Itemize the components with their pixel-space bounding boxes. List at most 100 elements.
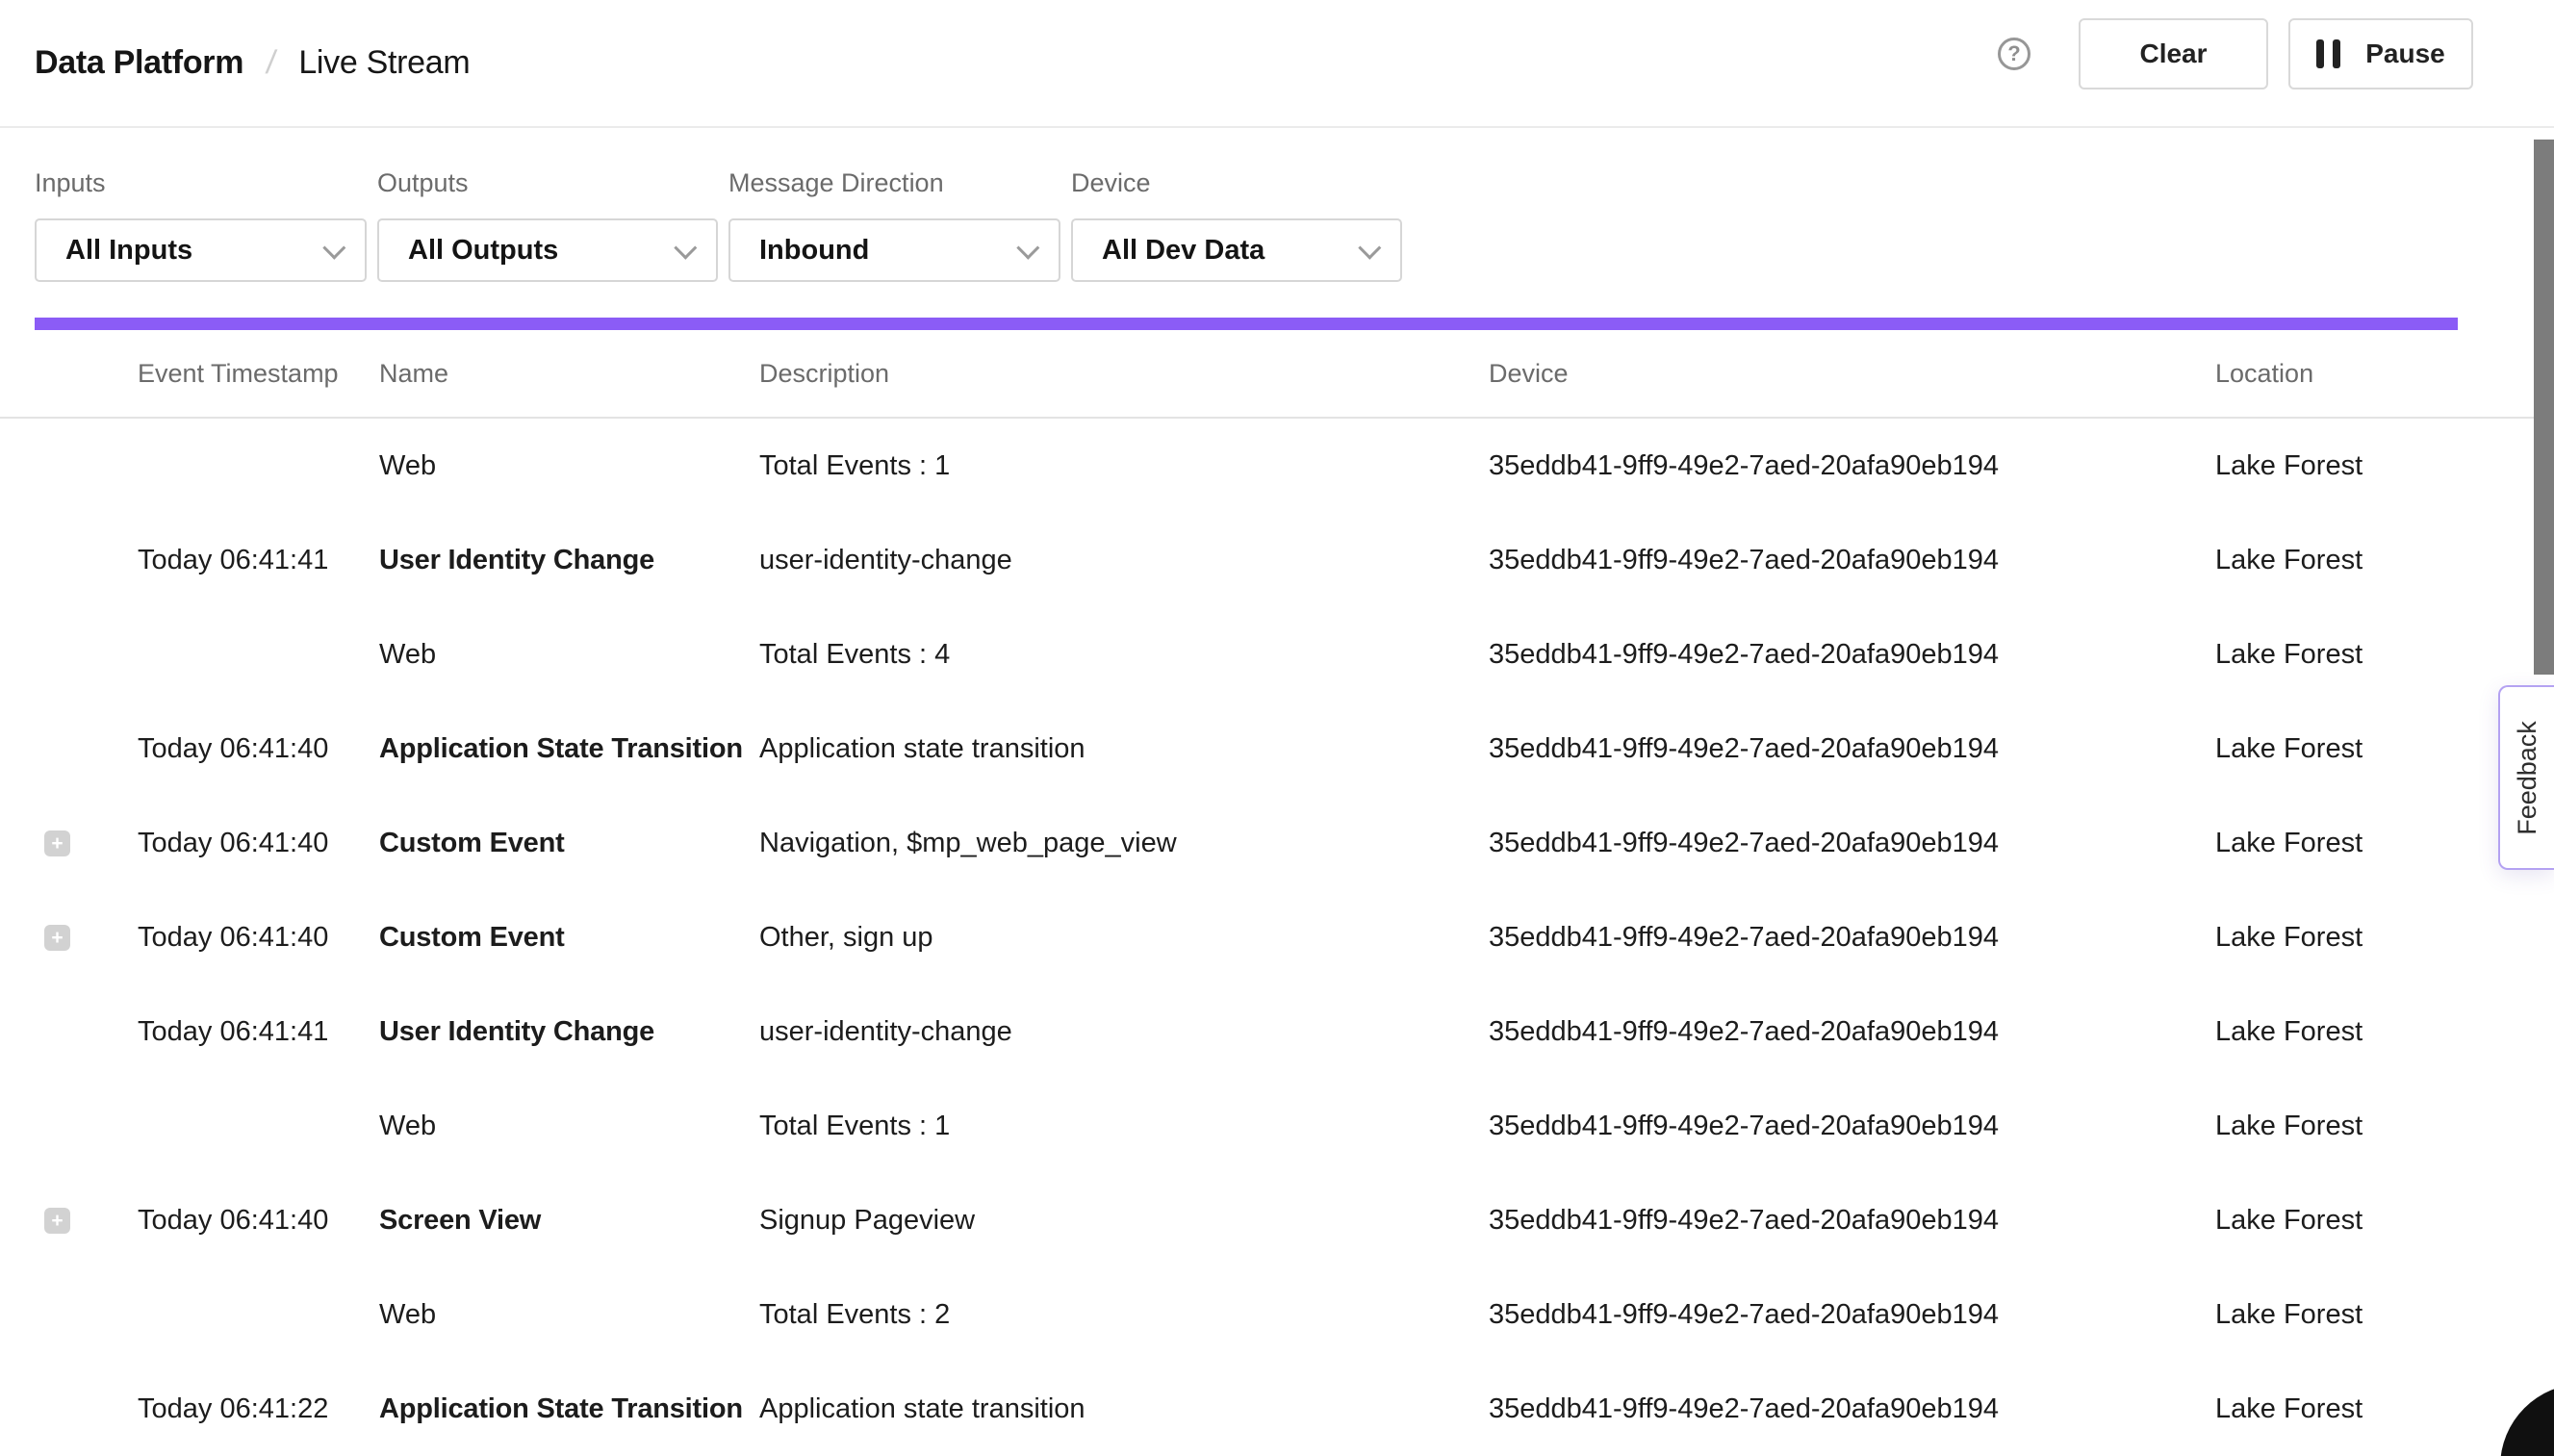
live-stream-progress-bar xyxy=(35,318,2458,330)
filter-message-direction-label: Message Direction xyxy=(728,168,1060,198)
pause-button[interactable]: Pause xyxy=(2288,18,2473,89)
table-row[interactable]: + Web Total Events : 1 35eddb41-9ff9-49e… xyxy=(0,1079,2554,1173)
row-description: Total Events : 2 xyxy=(759,1299,1489,1331)
row-name: Custom Event xyxy=(379,828,759,859)
row-timestamp: Today 06:41:41 xyxy=(138,1016,379,1048)
row-device: 35eddb41-9ff9-49e2-7aed-20afa90eb194 xyxy=(1489,450,2215,482)
clear-button[interactable]: Clear xyxy=(2079,18,2268,89)
table-row[interactable]: + Today 06:41:40 Application State Trans… xyxy=(0,702,2554,796)
column-name: Name xyxy=(379,359,759,389)
row-location: Lake Forest xyxy=(2215,1393,2458,1425)
chevron-down-icon xyxy=(1016,236,1039,259)
column-device: Device xyxy=(1489,359,2215,389)
row-location: Lake Forest xyxy=(2215,1111,2458,1142)
table-header: Event Timestamp Name Description Device … xyxy=(0,330,2554,419)
event-rows: + Web Total Events : 1 35eddb41-9ff9-49e… xyxy=(0,419,2554,1456)
row-description: Other, sign up xyxy=(759,922,1489,954)
filter-device: Device All Dev Data xyxy=(1071,130,1402,282)
row-location: Lake Forest xyxy=(2215,922,2458,954)
filter-outputs: Outputs All Outputs xyxy=(377,130,718,282)
column-event-timestamp: Event Timestamp xyxy=(138,359,379,389)
filter-inputs: Inputs All Inputs xyxy=(35,130,367,282)
filter-inputs-select[interactable]: All Inputs xyxy=(35,218,367,282)
row-timestamp: Today 06:41:40 xyxy=(138,1205,379,1237)
help-icon[interactable]: ? xyxy=(1998,38,2030,70)
chevron-down-icon xyxy=(674,236,697,259)
filter-message-direction-value: Inbound xyxy=(759,235,869,267)
table-row[interactable]: + Today 06:41:22 Application State Trans… xyxy=(0,1362,2554,1456)
table-row[interactable]: + Today 06:41:41 User Identity Change us… xyxy=(0,984,2554,1079)
breadcrumb: Data Platform / Live Stream xyxy=(35,44,470,82)
filter-device-label: Device xyxy=(1071,168,1402,198)
breadcrumb-section[interactable]: Data Platform xyxy=(35,44,243,82)
row-description: user-identity-change xyxy=(759,1016,1489,1048)
expand-row-button[interactable]: + xyxy=(44,925,70,951)
clear-button-label: Clear xyxy=(2139,38,2207,69)
row-timestamp: Today 06:41:40 xyxy=(138,828,379,859)
row-location: Lake Forest xyxy=(2215,733,2458,765)
feedback-tab-label: Feedback xyxy=(2513,721,2542,835)
row-name: User Identity Change xyxy=(379,545,759,576)
table-row[interactable]: + Today 06:41:41 User Identity Change us… xyxy=(0,513,2554,607)
row-description: Signup Pageview xyxy=(759,1205,1489,1237)
chevron-down-icon xyxy=(322,236,345,259)
row-description: Total Events : 4 xyxy=(759,639,1489,671)
filter-message-direction: Message Direction Inbound xyxy=(728,130,1060,282)
row-device: 35eddb41-9ff9-49e2-7aed-20afa90eb194 xyxy=(1489,1111,2215,1142)
table-row[interactable]: + Web Total Events : 2 35eddb41-9ff9-49e… xyxy=(0,1267,2554,1362)
expand-row-button[interactable]: + xyxy=(44,1208,70,1234)
app-header: Data Platform / Live Stream ? Clear Paus… xyxy=(0,0,2554,128)
scrollbar-thumb[interactable] xyxy=(2534,140,2554,675)
row-description: Application state transition xyxy=(759,733,1489,765)
row-name: Web xyxy=(379,639,759,671)
row-timestamp: Today 06:41:40 xyxy=(138,733,379,765)
table-row[interactable]: + Today 06:41:40 Custom Event Other, sig… xyxy=(0,890,2554,984)
row-name: User Identity Change xyxy=(379,1016,759,1048)
filter-outputs-select[interactable]: All Outputs xyxy=(377,218,718,282)
row-description: Application state transition xyxy=(759,1393,1489,1425)
feedback-tab[interactable]: Feedback xyxy=(2498,685,2554,870)
table-row[interactable]: + Web Total Events : 4 35eddb41-9ff9-49e… xyxy=(0,607,2554,702)
row-timestamp: Today 06:41:22 xyxy=(138,1393,379,1425)
filter-outputs-label: Outputs xyxy=(377,168,718,198)
row-name: Web xyxy=(379,1299,759,1331)
table-row[interactable]: + Today 06:41:40 Custom Event Navigation… xyxy=(0,796,2554,890)
row-device: 35eddb41-9ff9-49e2-7aed-20afa90eb194 xyxy=(1489,1299,2215,1331)
header-actions: ? Clear Pause xyxy=(1998,18,2473,89)
filter-device-value: All Dev Data xyxy=(1102,235,1264,267)
table-row[interactable]: + Today 06:41:40 Screen View Signup Page… xyxy=(0,1173,2554,1267)
column-description: Description xyxy=(759,359,1489,389)
row-timestamp: Today 06:41:40 xyxy=(138,922,379,954)
row-location: Lake Forest xyxy=(2215,1205,2458,1237)
row-name: Web xyxy=(379,1111,759,1142)
row-device: 35eddb41-9ff9-49e2-7aed-20afa90eb194 xyxy=(1489,639,2215,671)
filter-inputs-value: All Inputs xyxy=(65,235,192,267)
row-description: Navigation, $mp_web_page_view xyxy=(759,828,1489,859)
filter-device-select[interactable]: All Dev Data xyxy=(1071,218,1402,282)
column-location: Location xyxy=(2215,359,2458,389)
row-device: 35eddb41-9ff9-49e2-7aed-20afa90eb194 xyxy=(1489,545,2215,576)
filter-inputs-label: Inputs xyxy=(35,168,367,198)
row-location: Lake Forest xyxy=(2215,545,2458,576)
row-device: 35eddb41-9ff9-49e2-7aed-20afa90eb194 xyxy=(1489,828,2215,859)
filter-message-direction-select[interactable]: Inbound xyxy=(728,218,1060,282)
row-name: Application State Transition xyxy=(379,733,759,765)
pause-button-label: Pause xyxy=(2365,38,2445,69)
expand-row-button[interactable]: + xyxy=(44,830,70,856)
table-row[interactable]: + Web Total Events : 1 35eddb41-9ff9-49e… xyxy=(0,419,2554,513)
row-description: user-identity-change xyxy=(759,545,1489,576)
row-device: 35eddb41-9ff9-49e2-7aed-20afa90eb194 xyxy=(1489,733,2215,765)
row-location: Lake Forest xyxy=(2215,450,2458,482)
row-timestamp: Today 06:41:41 xyxy=(138,545,379,576)
filter-outputs-value: All Outputs xyxy=(408,235,558,267)
row-name: Web xyxy=(379,450,759,482)
pause-icon xyxy=(2316,39,2340,68)
chevron-down-icon xyxy=(1358,236,1381,259)
row-description: Total Events : 1 xyxy=(759,1111,1489,1142)
row-device: 35eddb41-9ff9-49e2-7aed-20afa90eb194 xyxy=(1489,1393,2215,1425)
row-location: Lake Forest xyxy=(2215,639,2458,671)
row-location: Lake Forest xyxy=(2215,828,2458,859)
row-name: Custom Event xyxy=(379,922,759,954)
row-name: Application State Transition xyxy=(379,1393,759,1425)
row-location: Lake Forest xyxy=(2215,1016,2458,1048)
